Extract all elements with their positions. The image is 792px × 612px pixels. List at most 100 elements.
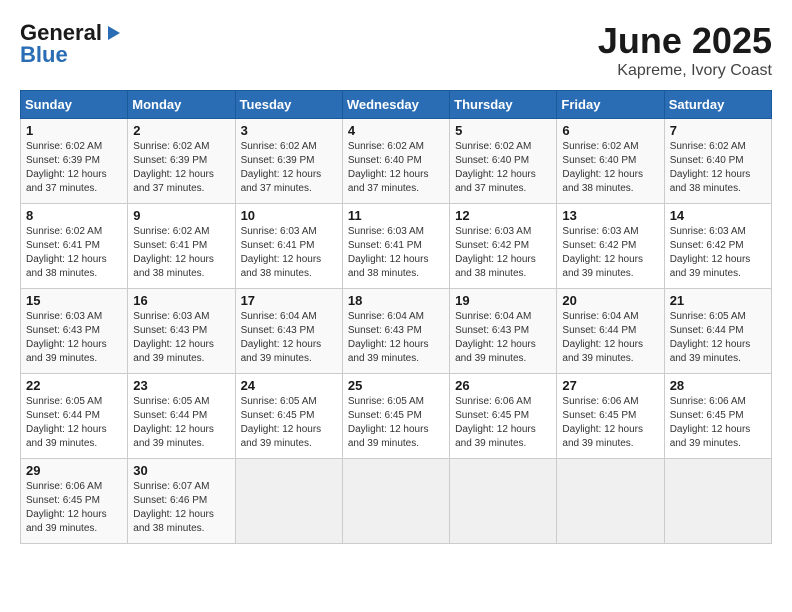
day-number: 4 [348,123,444,138]
calendar-cell: 9Sunrise: 6:02 AM Sunset: 6:41 PM Daylig… [128,204,235,289]
calendar-cell: 29 Sunrise: 6:06 AM Sunset: 6:45 PM Dayli… [21,459,128,544]
day-number: 14 [670,208,766,223]
calendar-cell [664,459,771,544]
day-info: Sunrise: 6:03 AM Sunset: 6:42 PM Dayligh… [455,225,551,281]
page-header: General Blue June 2025 Kapreme, Ivory Co… [20,20,772,80]
day-info: Sunrise: 6:05 AM Sunset: 6:44 PM Dayligh… [26,395,122,451]
day-number: 24 [241,378,337,393]
logo: General Blue [20,20,122,68]
day-number: 11 [348,208,444,223]
day-number: 8 [26,208,122,223]
logo-arrow-icon [104,24,122,42]
day-number: 30 [133,463,229,478]
title-area: June 2025 Kapreme, Ivory Coast [598,20,772,80]
day-info: Sunrise: 6:06 AM Sunset: 6:45 PM Dayligh… [670,395,766,451]
calendar-cell: 12Sunrise: 6:03 AM Sunset: 6:42 PM Dayli… [450,204,557,289]
day-header-sunday: Sunday [21,91,128,119]
calendar-cell: 18 Sunrise: 6:04 AM Sunset: 6:43 PM Dayli… [342,289,449,374]
calendar-cell: 26Sunrise: 6:06 AM Sunset: 6:45 PM Dayli… [450,374,557,459]
calendar-week-5: 29 Sunrise: 6:06 AM Sunset: 6:45 PM Dayli… [21,459,772,544]
calendar-cell: 7Sunrise: 6:02 AM Sunset: 6:40 PM Daylig… [664,119,771,204]
calendar-cell: 1Sunrise: 6:02 AM Sunset: 6:39 PM Daylig… [21,119,128,204]
day-info: Sunrise: 6:05 AM Sunset: 6:45 PM Dayligh… [241,395,337,451]
calendar-cell [235,459,342,544]
day-info: Sunrise: 6:05 AM Sunset: 6:45 PM Dayligh… [348,395,444,451]
calendar-cell [450,459,557,544]
logo-blue-text: Blue [20,42,68,68]
day-number: 5 [455,123,551,138]
calendar-cell: 5 Sunrise: 6:02 AM Sunset: 6:40 PM Daylig… [450,119,557,204]
day-info: Sunrise: 6:06 AM Sunset: 6:45 PM Dayligh… [26,480,122,536]
calendar-cell [557,459,664,544]
day-info: Sunrise: 6:02 AM Sunset: 6:40 PM Dayligh… [455,140,551,196]
day-header-wednesday: Wednesday [342,91,449,119]
day-number: 2 [133,123,229,138]
calendar-table: SundayMondayTuesdayWednesdayThursdayFrid… [20,90,772,544]
day-info: Sunrise: 6:05 AM Sunset: 6:44 PM Dayligh… [133,395,229,451]
day-number: 27 [562,378,658,393]
day-number: 18 [348,293,444,308]
day-info: Sunrise: 6:04 AM Sunset: 6:44 PM Dayligh… [562,310,658,366]
day-info: Sunrise: 6:05 AM Sunset: 6:44 PM Dayligh… [670,310,766,366]
calendar-cell: 25 Sunrise: 6:05 AM Sunset: 6:45 PM Dayli… [342,374,449,459]
day-info: Sunrise: 6:04 AM Sunset: 6:43 PM Dayligh… [241,310,337,366]
calendar-cell: 19Sunrise: 6:04 AM Sunset: 6:43 PM Dayli… [450,289,557,374]
day-info: Sunrise: 6:03 AM Sunset: 6:43 PM Dayligh… [133,310,229,366]
day-info: Sunrise: 6:03 AM Sunset: 6:41 PM Dayligh… [241,225,337,281]
calendar-cell: 17 Sunrise: 6:04 AM Sunset: 6:43 PM Dayli… [235,289,342,374]
calendar-cell: 4 Sunrise: 6:02 AM Sunset: 6:40 PM Daylig… [342,119,449,204]
calendar-cell: 6 Sunrise: 6:02 AM Sunset: 6:40 PM Daylig… [557,119,664,204]
calendar-cell: 22 Sunrise: 6:05 AM Sunset: 6:44 PM Dayli… [21,374,128,459]
calendar-cell: 30 Sunrise: 6:07 AM Sunset: 6:46 PM Dayli… [128,459,235,544]
day-info: Sunrise: 6:02 AM Sunset: 6:39 PM Dayligh… [133,140,229,196]
day-header-thursday: Thursday [450,91,557,119]
day-number: 22 [26,378,122,393]
day-number: 17 [241,293,337,308]
calendar-cell: 8 Sunrise: 6:02 AM Sunset: 6:41 PM Daylig… [21,204,128,289]
calendar-cell: 14 Sunrise: 6:03 AM Sunset: 6:42 PM Dayli… [664,204,771,289]
day-number: 26 [455,378,551,393]
calendar-cell [342,459,449,544]
calendar-week-2: 8 Sunrise: 6:02 AM Sunset: 6:41 PM Daylig… [21,204,772,289]
day-info: Sunrise: 6:07 AM Sunset: 6:46 PM Dayligh… [133,480,229,536]
day-number: 10 [241,208,337,223]
calendar-cell: 11 Sunrise: 6:03 AM Sunset: 6:41 PM Dayli… [342,204,449,289]
calendar-title: June 2025 [598,20,772,62]
day-info: Sunrise: 6:03 AM Sunset: 6:42 PM Dayligh… [670,225,766,281]
day-number: 28 [670,378,766,393]
calendar-week-1: 1Sunrise: 6:02 AM Sunset: 6:39 PM Daylig… [21,119,772,204]
day-info: Sunrise: 6:04 AM Sunset: 6:43 PM Dayligh… [348,310,444,366]
day-number: 29 [26,463,122,478]
day-number: 16 [133,293,229,308]
day-info: Sunrise: 6:03 AM Sunset: 6:41 PM Dayligh… [348,225,444,281]
day-header-tuesday: Tuesday [235,91,342,119]
calendar-cell: 28 Sunrise: 6:06 AM Sunset: 6:45 PM Dayli… [664,374,771,459]
day-number: 3 [241,123,337,138]
day-number: 6 [562,123,658,138]
calendar-subtitle: Kapreme, Ivory Coast [598,62,772,80]
day-header-monday: Monday [128,91,235,119]
calendar-cell: 27 Sunrise: 6:06 AM Sunset: 6:45 PM Dayli… [557,374,664,459]
day-number: 15 [26,293,122,308]
calendar-cell: 20Sunrise: 6:04 AM Sunset: 6:44 PM Dayli… [557,289,664,374]
day-header-friday: Friday [557,91,664,119]
day-info: Sunrise: 6:04 AM Sunset: 6:43 PM Dayligh… [455,310,551,366]
day-info: Sunrise: 6:03 AM Sunset: 6:43 PM Dayligh… [26,310,122,366]
day-info: Sunrise: 6:02 AM Sunset: 6:40 PM Dayligh… [348,140,444,196]
calendar-cell: 15 Sunrise: 6:03 AM Sunset: 6:43 PM Dayli… [21,289,128,374]
day-info: Sunrise: 6:02 AM Sunset: 6:39 PM Dayligh… [241,140,337,196]
day-info: Sunrise: 6:02 AM Sunset: 6:39 PM Dayligh… [26,140,122,196]
calendar-week-4: 22 Sunrise: 6:05 AM Sunset: 6:44 PM Dayli… [21,374,772,459]
day-header-saturday: Saturday [664,91,771,119]
calendar-cell: 24 Sunrise: 6:05 AM Sunset: 6:45 PM Dayli… [235,374,342,459]
day-info: Sunrise: 6:02 AM Sunset: 6:40 PM Dayligh… [562,140,658,196]
day-info: Sunrise: 6:02 AM Sunset: 6:41 PM Dayligh… [26,225,122,281]
day-number: 9 [133,208,229,223]
calendar-cell: 10 Sunrise: 6:03 AM Sunset: 6:41 PM Dayli… [235,204,342,289]
day-info: Sunrise: 6:06 AM Sunset: 6:45 PM Dayligh… [562,395,658,451]
calendar-week-3: 15 Sunrise: 6:03 AM Sunset: 6:43 PM Dayli… [21,289,772,374]
day-number: 23 [133,378,229,393]
calendar-cell: 16 Sunrise: 6:03 AM Sunset: 6:43 PM Dayli… [128,289,235,374]
day-number: 25 [348,378,444,393]
calendar-header-row: SundayMondayTuesdayWednesdayThursdayFrid… [21,91,772,119]
